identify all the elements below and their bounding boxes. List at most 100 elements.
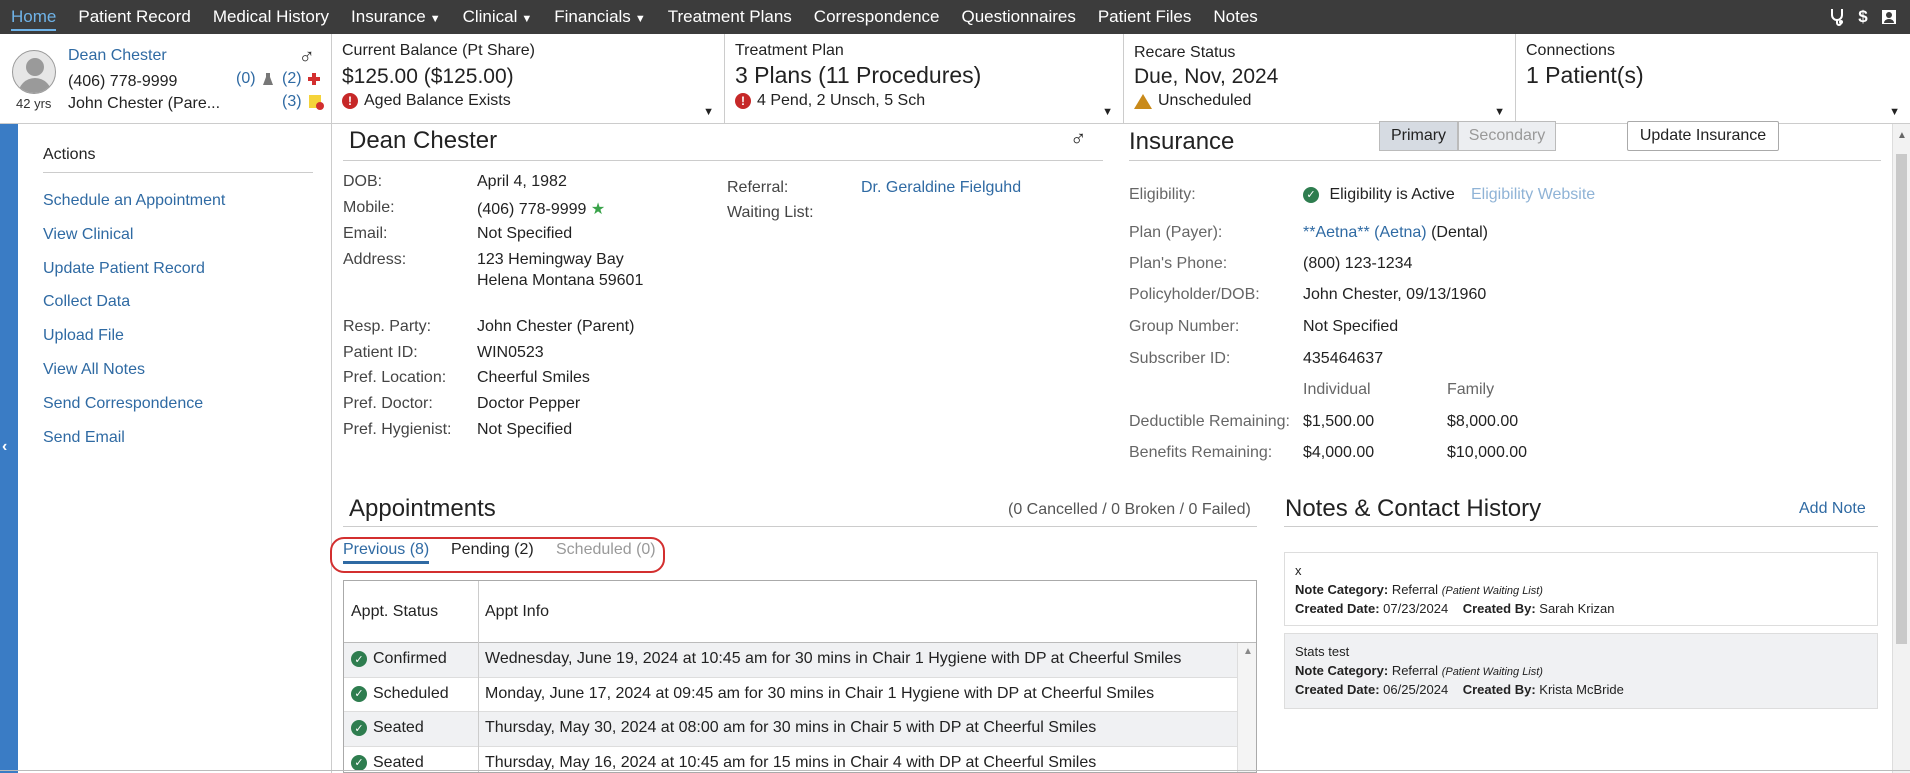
lab-count[interactable]: (0)	[236, 70, 274, 88]
action-send-correspondence[interactable]: Send Correspondence	[43, 387, 225, 421]
nav-notes[interactable]: Notes	[1202, 0, 1268, 34]
nav-questionnaires[interactable]: Questionnaires	[951, 0, 1087, 34]
action-collect-data[interactable]: Collect Data	[43, 285, 225, 319]
flask-icon	[263, 72, 274, 85]
treatment-plan-title: Treatment Plan	[735, 42, 844, 59]
appointment-info: Wednesday, June 19, 2024 at 10:45 am for…	[485, 650, 1182, 667]
patient-id-label: Patient ID:	[343, 344, 418, 361]
stethoscope-icon[interactable]	[1828, 8, 1846, 26]
sticky-note-alert-icon	[309, 94, 325, 110]
connections-card[interactable]: Connections 1 Patient(s) ▼	[1516, 34, 1910, 124]
medical-alert-count[interactable]: (2)	[282, 70, 321, 88]
actions-panel: Actions Schedule an Appointment View Cli…	[18, 124, 332, 773]
insurance-tab-secondary[interactable]: Secondary	[1458, 121, 1556, 151]
eligibility-value: ✓ Eligibility is Active	[1303, 186, 1455, 204]
nav-patient-files[interactable]: Patient Files	[1087, 0, 1203, 34]
divider	[343, 526, 1257, 527]
contact-card-icon[interactable]	[1880, 8, 1898, 26]
action-update-patient-record[interactable]: Update Patient Record	[43, 252, 225, 286]
notes-alert-count[interactable]: (3)	[282, 93, 325, 111]
treatment-plan-summary: 3 Plans (11 Procedures)	[735, 62, 982, 88]
patient-summary-header: 42 yrs Dean Chester (406) 778-9999 John …	[0, 34, 1910, 124]
nav-insurance[interactable]: Insurance ▼	[340, 0, 452, 34]
actions-list: Schedule an Appointment View Clinical Up…	[43, 184, 225, 454]
note-card[interactable]: x Note Category: Referral (Patient Waiti…	[1284, 552, 1878, 626]
benefits-remaining-label: Benefits Remaining:	[1129, 444, 1273, 461]
caret-down-icon: ▼	[521, 13, 533, 25]
balance-amount: $125.00 ($125.00)	[342, 65, 514, 88]
eligibility-website-link[interactable]: Eligibility Website	[1471, 186, 1595, 204]
nav-correspondence[interactable]: Correspondence	[803, 0, 951, 34]
check-circle-icon: ✓	[1303, 186, 1319, 203]
action-upload-file[interactable]: Upload File	[43, 319, 225, 353]
scroll-up-arrow-icon[interactable]: ▲	[1897, 130, 1907, 141]
action-send-email[interactable]: Send Email	[43, 421, 225, 455]
caret-down-icon[interactable]: ▼	[1494, 106, 1505, 118]
add-note-link[interactable]: Add Note	[1799, 500, 1866, 518]
caret-down-icon[interactable]: ▼	[703, 106, 714, 118]
referral-link[interactable]: Dr. Geraldine Fielguhd	[861, 179, 1021, 197]
subscriber-id-label: Subscriber ID:	[1129, 350, 1231, 367]
family-column-header: Family	[1447, 381, 1495, 398]
column-header-info: Appt Info	[485, 603, 550, 620]
treatment-plan-detail: ! 4 Pend, 2 Unsch, 5 Sch	[735, 92, 925, 110]
insurance-title: Insurance	[1129, 128, 1235, 155]
treatment-plan-card[interactable]: Treatment Plan 3 Plans (11 Procedures) !…	[725, 34, 1124, 124]
update-insurance-button[interactable]: Update Insurance	[1627, 121, 1779, 151]
action-schedule-appointment[interactable]: Schedule an Appointment	[43, 184, 225, 218]
deductible-individual-value: $1,500.00	[1303, 413, 1375, 430]
nav-medical-history[interactable]: Medical History	[202, 0, 340, 34]
nav-clinical[interactable]: Clinical ▼	[452, 0, 544, 34]
patient-name-link[interactable]: Dean Chester	[68, 47, 167, 65]
caret-down-icon: ▼	[429, 13, 441, 25]
nav-financials[interactable]: Financials ▼	[543, 0, 656, 34]
nav-right-tools: $	[1828, 0, 1898, 34]
dollar-icon[interactable]: $	[1854, 7, 1872, 26]
plan-phone-value: (800) 123-1234	[1303, 255, 1413, 272]
note-text: Stats test	[1295, 644, 1350, 659]
scroll-up-arrow-icon[interactable]: ▲	[1243, 646, 1253, 657]
caret-down-icon[interactable]: ▼	[1889, 106, 1900, 118]
tab-scheduled-appointments[interactable]: Scheduled (0)	[556, 541, 656, 559]
chevron-left-icon[interactable]: ‹	[2, 438, 7, 456]
balance-card[interactable]: Current Balance (Pt Share) $125.00 ($125…	[332, 34, 725, 124]
tab-previous-appointments[interactable]: Previous (8)	[343, 541, 430, 564]
avatar	[12, 50, 56, 94]
benefits-individual-value: $4,000.00	[1303, 444, 1375, 461]
recare-card[interactable]: Recare Status Due, Nov, 2024 Unscheduled…	[1124, 34, 1516, 124]
pref-location-label: Pref. Location:	[343, 369, 447, 386]
male-gender-icon: ♂	[298, 44, 316, 69]
deductible-family-value: $8,000.00	[1447, 413, 1519, 430]
individual-column-header: Individual	[1303, 381, 1371, 398]
mobile-value: (406) 778-9999 ★	[477, 201, 606, 218]
note-card[interactable]: Stats test Note Category: Referral (Pati…	[1284, 633, 1878, 709]
pref-doctor-value: Doctor Pepper	[477, 395, 581, 412]
caret-down-icon[interactable]: ▼	[1102, 106, 1113, 118]
nav-patient-record[interactable]: Patient Record	[67, 0, 201, 34]
pref-hygienist-value: Not Specified	[477, 421, 573, 438]
subscriber-id-value: 435464637	[1303, 350, 1384, 367]
page-scrollbar[interactable]: ▲	[1892, 124, 1910, 773]
insurance-tab-primary[interactable]: Primary	[1379, 121, 1458, 151]
action-view-clinical[interactable]: View Clinical	[43, 218, 225, 252]
male-gender-icon: ♂	[1070, 126, 1087, 151]
patient-phone: (406) 778-9999	[68, 73, 178, 90]
nav-treatment-plans[interactable]: Treatment Plans	[657, 0, 803, 34]
action-view-all-notes[interactable]: View All Notes	[43, 353, 225, 387]
nav-home[interactable]: Home	[0, 0, 67, 34]
tab-pending-appointments[interactable]: Pending (2)	[451, 541, 534, 559]
scrollbar-thumb[interactable]	[1896, 154, 1907, 644]
divider	[1284, 526, 1878, 527]
recare-status: Unscheduled	[1134, 92, 1251, 110]
resp-party-label: Resp. Party:	[343, 318, 432, 335]
pref-doctor-label: Pref. Doctor:	[343, 395, 433, 412]
table-scrollbar[interactable]: ▲	[1237, 643, 1256, 772]
plan-payer-link[interactable]: **Aetna** (Aetna)	[1303, 224, 1427, 241]
divider	[1129, 160, 1881, 161]
recare-due: Due, Nov, 2024	[1134, 65, 1279, 88]
referral-label: Referral:	[727, 179, 789, 196]
plan-value: **Aetna** (Aetna) (Dental)	[1303, 224, 1488, 241]
resp-party-value: John Chester (Parent)	[477, 318, 635, 335]
sidebar-collapse-strip[interactable]: ‹	[0, 124, 18, 773]
appointment-info: Monday, June 17, 2024 at 09:45 am for 30…	[485, 684, 1155, 702]
